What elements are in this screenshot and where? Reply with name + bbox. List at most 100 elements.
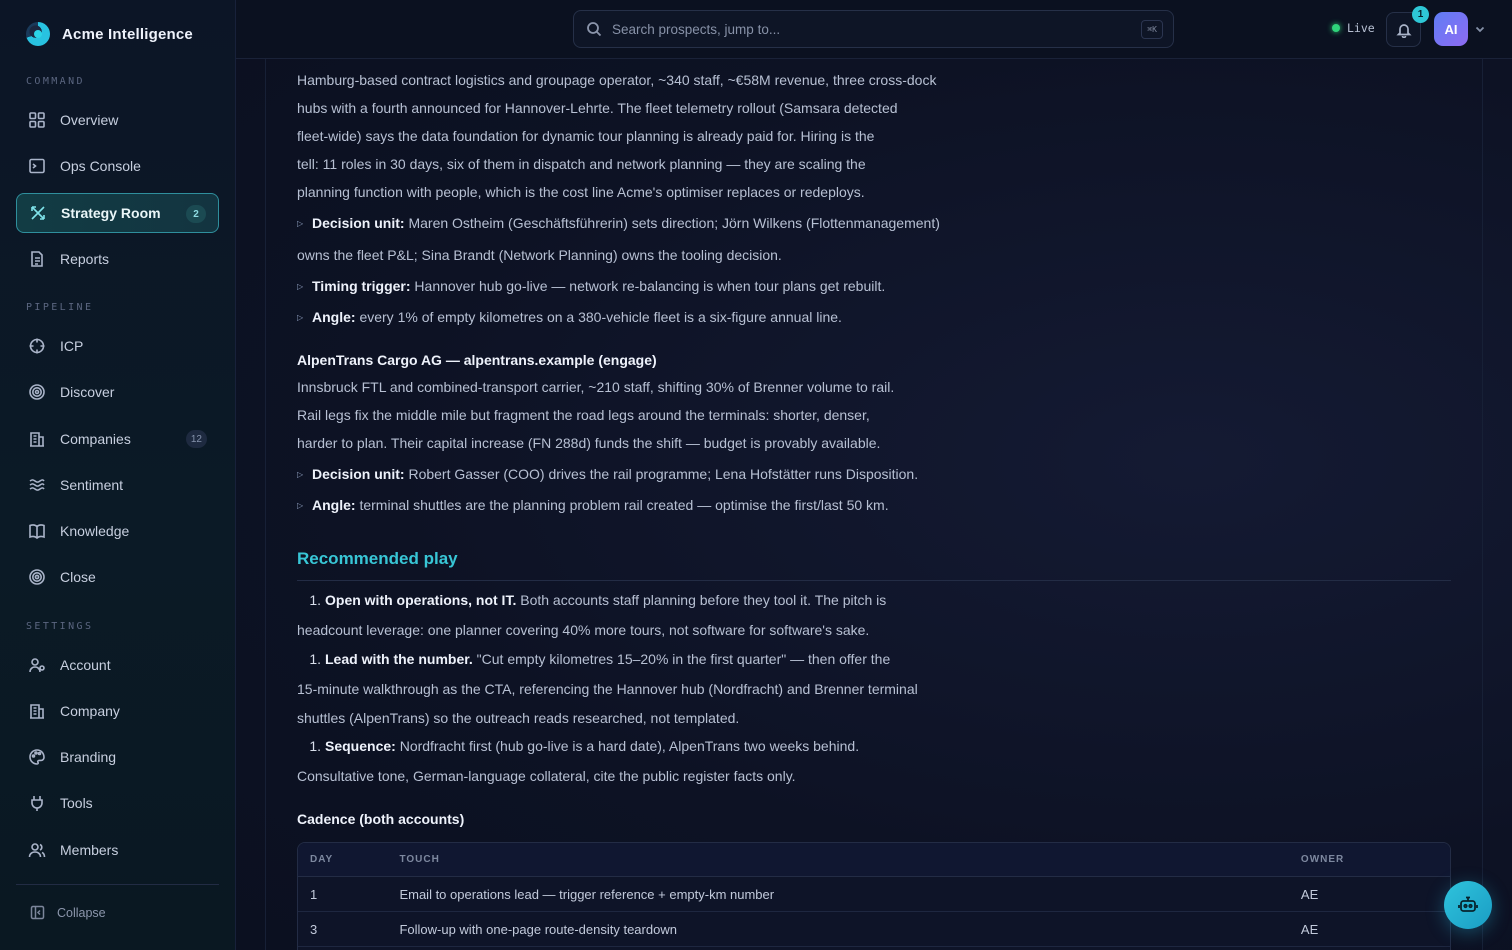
cadence-table: DAY TOUCH OWNER 1 Email to operations le… <box>297 842 1451 950</box>
nordfracht-angle: ▷ Angle: every 1% of empty kilometres on … <box>297 302 977 333</box>
nordfracht-timing-trigger: ▷ Timing trigger: Hannover hub go-live — … <box>297 271 977 302</box>
terminal-icon <box>29 158 45 174</box>
brand[interactable]: Acme Intelligence <box>26 22 193 46</box>
robot-icon <box>1458 896 1478 912</box>
sidebar-item-label: Ops Console <box>60 158 141 174</box>
search-input[interactable] <box>612 21 1132 37</box>
building-icon <box>30 432 44 447</box>
sidebar-item-close[interactable]: Close <box>16 557 219 597</box>
bullseye-icon <box>29 569 45 585</box>
summary-line: fleet-wide) says the data foundation for… <box>297 128 875 144</box>
sidebar-item-label: Members <box>60 842 119 858</box>
grid-icon <box>29 112 45 128</box>
cell-day: 1 <box>310 886 318 902</box>
main-content: Hamburg-based contract logistics and gro… <box>236 59 1512 950</box>
search-icon <box>587 22 602 37</box>
search-shortcut: ⌘K <box>1141 20 1163 39</box>
section-divider <box>297 580 1451 581</box>
sidebar-item-label: Discover <box>60 384 115 400</box>
section-label-settings: SETTINGS <box>26 621 94 632</box>
account-menu-toggle[interactable] <box>1474 22 1486 40</box>
sidebar-item-label: Tools <box>60 795 93 811</box>
sidebar: Acme Intelligence COMMAND Overview Ops C… <box>0 0 236 950</box>
step-line: headcount leverage: one planner covering… <box>297 621 870 638</box>
sidebar-item-account[interactable]: Account <box>16 645 219 685</box>
assistant-bot-button[interactable] <box>1444 881 1492 929</box>
triangle-bullet-icon: ▷ <box>297 313 304 323</box>
live-status: Live <box>1332 21 1375 35</box>
sidebar-item-label: ICP <box>60 338 84 354</box>
summary-line: tell: 11 roles in 30 days, six of them i… <box>297 156 866 172</box>
sidebar-collapse-icon <box>30 905 45 920</box>
sidebar-item-label: Overview <box>60 112 119 128</box>
user-icon <box>29 658 45 673</box>
sidebar-item-icp[interactable]: ICP <box>16 326 219 366</box>
nordfracht-decision-unit-cont: owns the fleet P&L; Sina Brandt (Network… <box>297 247 782 263</box>
sidebar-item-reports[interactable]: Reports <box>16 239 219 279</box>
sidebar-item-sentiment[interactable]: Sentiment <box>16 465 219 505</box>
building-icon <box>30 704 44 719</box>
section-label-command: COMMAND <box>26 76 85 87</box>
sidebar-item-company[interactable]: Company <box>16 691 219 731</box>
sidebar-item-label: Account <box>60 657 111 673</box>
sidebar-item-overview[interactable]: Overview <box>16 100 219 140</box>
notification-badge: 1 <box>1412 6 1429 23</box>
collapse-label: Collapse <box>57 905 106 920</box>
nordfracht-decision-unit: ▷ Decision unit: Maren Ostheim (Geschäfts… <box>297 208 977 239</box>
users-icon <box>28 843 46 858</box>
target-icon <box>29 338 45 354</box>
sidebar-item-branding[interactable]: Branding <box>16 737 219 777</box>
live-label: Live <box>1347 21 1375 35</box>
notifications-button[interactable]: 1 <box>1386 6 1429 47</box>
summary-line: hubs with a fourth announced for Hannove… <box>297 100 898 116</box>
collapse-button[interactable]: Collapse <box>30 905 106 920</box>
cell-owner: AE <box>1300 921 1319 937</box>
chevron-down-icon <box>1475 26 1485 33</box>
step-line: Consultative tone, German-language colla… <box>297 767 796 784</box>
sidebar-item-label: Branding <box>60 749 117 765</box>
step-line: shuttles (AlpenTrans) so the outreach re… <box>297 710 740 726</box>
nordfracht-summary: Hamburg-based contract logistics and gro… <box>297 66 977 206</box>
sidebar-item-ops-console[interactable]: Ops Console <box>16 146 219 186</box>
table-row[interactable]: 3 Follow-up with one-page route-density … <box>298 912 1450 947</box>
column-header-owner: OWNER <box>1300 854 1345 865</box>
count-badge: 2 <box>186 205 206 223</box>
triangle-bullet-icon: ▷ <box>297 219 304 229</box>
recommended-play-heading: Recommended play <box>297 549 458 568</box>
count-badge: 12 <box>185 430 207 448</box>
sidebar-item-label: Company <box>60 703 120 719</box>
sidebar-item-knowledge[interactable]: Knowledge <box>16 511 219 551</box>
sidebar-item-label: Knowledge <box>60 523 130 539</box>
topbar: ⌘K Live 1 AI <box>236 0 1512 59</box>
sidebar-divider <box>16 884 219 885</box>
cell-touch: Follow-up with one-page route-density te… <box>399 921 677 937</box>
plug-icon <box>31 796 43 811</box>
sidebar-item-tools[interactable]: Tools <box>16 783 219 823</box>
triangle-bullet-icon: ▷ <box>297 282 304 292</box>
sidebar-item-members[interactable]: Members <box>16 830 219 870</box>
cell-owner: AE <box>1300 886 1319 902</box>
brand-logo-icon <box>26 22 50 46</box>
waves-icon <box>29 479 45 491</box>
book-icon <box>29 524 45 540</box>
sidebar-item-strategy-room[interactable]: Strategy Room 2 <box>16 193 219 233</box>
summary-line: harder to plan. Their capital increase (… <box>297 435 881 451</box>
document-icon <box>31 251 43 267</box>
app-name: Acme Intelligence <box>62 25 193 43</box>
sidebar-item-label: Sentiment <box>60 477 124 493</box>
sidebar-item-discover[interactable]: Discover <box>16 372 219 412</box>
table-row[interactable]: 1 Email to operations lead — trigger ref… <box>298 877 1450 912</box>
alpentrans-summary: Innsbruck FTL and combined-transport car… <box>297 373 977 457</box>
sidebar-item-companies[interactable]: Companies 12 <box>16 419 219 459</box>
play-step-3: 1. Sequence: Nordfracht first (hub go-liv… <box>297 732 937 791</box>
triangle-bullet-icon: ▷ <box>297 501 304 511</box>
sidebar-item-label: Close <box>60 569 96 585</box>
summary-line: Hamburg-based contract logistics and gro… <box>297 72 937 88</box>
play-step-2: 1. Lead with the number. "Cut empty kilom… <box>297 645 937 734</box>
summary-line: Innsbruck FTL and combined-transport car… <box>297 379 895 395</box>
cadence-heading: Cadence (both accounts) <box>297 811 465 827</box>
sidebar-item-label: Reports <box>60 251 110 267</box>
palette-icon <box>29 749 45 765</box>
avatar[interactable]: AI <box>1434 12 1468 46</box>
search-box[interactable]: ⌘K <box>573 10 1174 48</box>
